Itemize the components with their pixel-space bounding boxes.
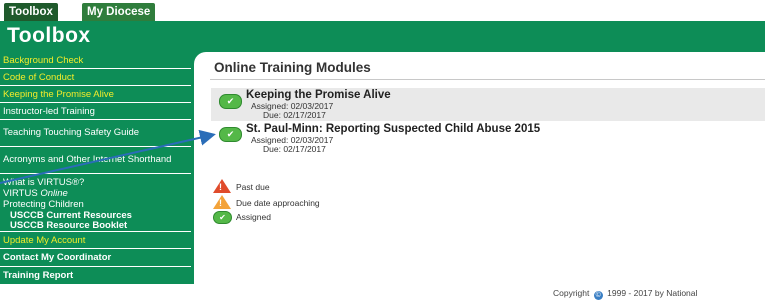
- module-name[interactable]: St. Paul-Minn: Reporting Suspected Child…: [246, 123, 540, 135]
- sidebar-item-code-of-conduct[interactable]: Code of Conduct: [0, 69, 191, 86]
- check-green-icon: ✔: [219, 94, 242, 109]
- warning-orange-icon: !: [213, 195, 231, 209]
- module-due-date: Due: 02/17/2017: [263, 110, 326, 120]
- check-green-icon: ✔: [219, 127, 242, 142]
- tab-my-diocese[interactable]: My Diocese: [81, 2, 157, 22]
- sidebar-item-teaching-touching-safety-guide[interactable]: Teaching Touching Safety Guide: [0, 120, 191, 147]
- module-item[interactable]: ✔ Keeping the Promise Alive Assigned: 02…: [211, 88, 765, 121]
- section-title: Online Training Modules: [214, 60, 371, 75]
- tab-toolbox[interactable]: Toolbox: [3, 2, 59, 22]
- tab-bar: Toolbox My Diocese: [0, 0, 765, 22]
- page-header: Toolbox: [0, 21, 765, 53]
- sidebar-item-keeping-the-promise[interactable]: Keeping the Promise Alive: [0, 86, 191, 103]
- content-panel: Online Training Modules ✔ Keeping the Pr…: [194, 52, 765, 284]
- sidebar-item-contact-my-coordinator[interactable]: Contact My Coordinator: [0, 249, 191, 267]
- module-name[interactable]: Keeping the Promise Alive: [246, 89, 391, 101]
- virtus-label: VIRTUS: [3, 188, 38, 199]
- sidebar-item-instructor-led-training[interactable]: Instructor-led Training: [0, 103, 191, 120]
- sidebar-item-what-is-virtus[interactable]: What is VIRTUS®?: [0, 177, 191, 188]
- legend-assigned: Assigned: [236, 212, 271, 222]
- module-item[interactable]: ✔ St. Paul-Minn: Reporting Suspected Chi…: [211, 122, 765, 155]
- warning-red-icon: !: [213, 179, 231, 193]
- main-content: Online Training Modules ✔ Keeping the Pr…: [191, 52, 765, 284]
- sidebar: Background Check Code of Conduct Keeping…: [0, 52, 191, 284]
- sidebar-item-update-my-account[interactable]: Update My Account: [0, 232, 191, 249]
- footer: Copyright © 1999 - 2017 by National: [191, 284, 765, 300]
- sidebar-item-background-check[interactable]: Background Check: [0, 52, 191, 69]
- module-due-date: Due: 02/17/2017: [263, 144, 326, 154]
- legend-past-due: Past due: [236, 182, 270, 192]
- sidebar-item-virtus-online[interactable]: VIRTUS Online: [0, 188, 191, 199]
- sidebar-item-protecting-children[interactable]: Protecting Children: [0, 199, 191, 210]
- legend-due-date-approaching: Due date approaching: [236, 198, 320, 208]
- sidebar-item-acronyms[interactable]: Acronyms and Other Internet Shorthand: [0, 147, 191, 174]
- copyright-years: 1999 - 2017 by National: [607, 288, 698, 298]
- copyright-text: Copyright © 1999 - 2017 by National: [553, 288, 697, 300]
- check-green-icon: ✔: [213, 211, 232, 224]
- sidebar-item-usccb-resource-booklet[interactable]: USCCB Resource Booklet: [0, 220, 191, 231]
- copyright-label: Copyright: [553, 288, 590, 298]
- page-title: Toolbox: [7, 24, 91, 47]
- sidebar-item-training-report[interactable]: Training Report: [0, 267, 191, 284]
- title-divider: [210, 79, 765, 80]
- online-label: Online: [40, 188, 68, 199]
